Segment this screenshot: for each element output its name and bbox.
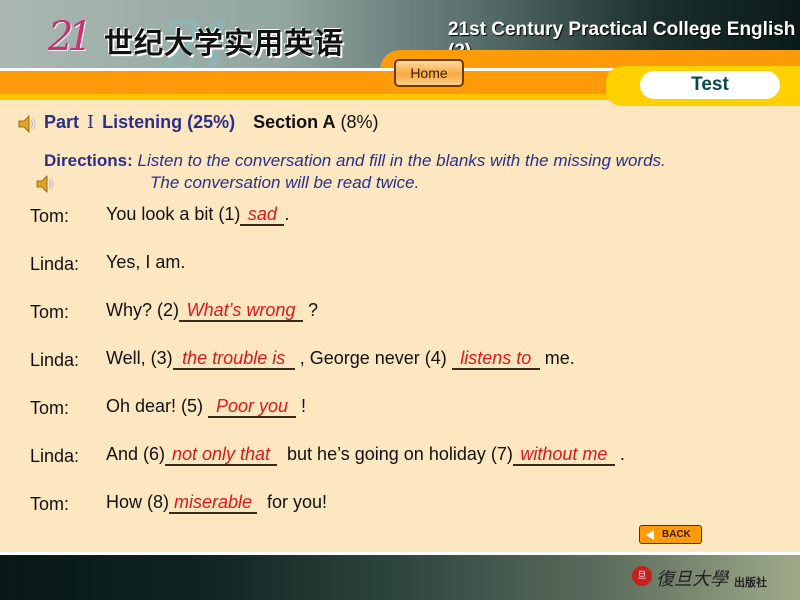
dialogue-text: ?	[303, 300, 319, 320]
home-button[interactable]: Home	[394, 59, 464, 87]
speaker-name: Tom:	[30, 302, 70, 322]
back-arrow-icon	[646, 530, 654, 540]
dialogue-text: !	[296, 396, 307, 416]
speaker-name: Tom:	[30, 398, 70, 418]
dialogue-line: How (8) miserable for you!	[106, 492, 327, 514]
part-label: Part	[44, 112, 80, 132]
dialogue-text: Why? (2)	[106, 300, 180, 320]
answer-blank[interactable]: miserable	[169, 492, 258, 514]
speaker-name: Tom:	[30, 206, 70, 226]
part-number: Ⅰ	[87, 112, 95, 133]
dialogue-text: Well, (3)	[106, 348, 173, 368]
speaker-icon[interactable]	[16, 113, 38, 135]
dialogue-text: , George never (4)	[294, 348, 452, 368]
dialogue-text: And (6)	[106, 444, 166, 464]
speaker-icon[interactable]	[34, 173, 56, 195]
answer-blank[interactable]: Poor you	[208, 396, 297, 418]
speaker-name: Tom:	[30, 494, 70, 514]
publisher-name: 復旦大學	[656, 569, 728, 590]
speaker-name: Linda:	[30, 446, 80, 466]
directions-text-line1: Listen to the conversation and fill in t…	[137, 151, 666, 170]
dialogue-text: for you!	[257, 492, 328, 512]
dialogue-line: Why? (2) What’s wrong ?	[106, 300, 318, 322]
dialogue-text: .	[614, 444, 625, 464]
speaker-name: Linda:	[30, 350, 80, 370]
publisher-suffix: 出版社	[734, 576, 767, 589]
dialogue-line: Oh dear! (5) Poor you !	[106, 396, 306, 418]
part-name: Listening (25%)	[102, 112, 236, 132]
logo-number: 21	[48, 14, 93, 60]
dialogue-text: You look a bit (1)	[106, 204, 241, 224]
dialogue-text: Oh dear! (5)	[106, 396, 209, 416]
section-tab-test: Test	[640, 71, 780, 99]
dialogue-line: You look a bit (1) sad.	[106, 204, 289, 226]
section-label: Section A	[253, 112, 336, 132]
dialogue-text: but he’s going on holiday (7)	[277, 444, 513, 464]
directions-label: Directions:	[44, 151, 133, 170]
dialogue-text: Yes, I am.	[106, 252, 186, 272]
dialogue-text: me.	[539, 348, 575, 368]
directions: Directions: Listen to the conversation a…	[44, 149, 666, 173]
section-percentage: (8%)	[340, 112, 379, 132]
dialogue-line: Yes, I am.	[106, 252, 185, 273]
speaker-name: Linda:	[30, 254, 80, 274]
answer-blank[interactable]: without me	[512, 444, 615, 466]
answer-blank[interactable]: the trouble is	[172, 348, 295, 370]
back-label: BACK	[662, 529, 691, 540]
dialogue-line: Well, (3) the trouble is , George never (…	[106, 348, 575, 370]
logo-title-chinese: 世纪大学实用英语	[104, 26, 345, 60]
answer-blank[interactable]: not only that	[165, 444, 278, 466]
back-button[interactable]: BACK	[639, 525, 702, 544]
dialogue-line: And (6) not only that but he’s going on h…	[106, 444, 625, 466]
dialogue-text: .	[284, 204, 290, 224]
part-heading: Part Ⅰ Listening (25%) Section A (8%)	[44, 112, 379, 133]
answer-blank[interactable]: sad	[240, 204, 285, 226]
directions-text-line2: The conversation will be read twice.	[150, 173, 420, 192]
publisher-seal-icon: 旦	[632, 566, 652, 586]
dialogue-text: How (8)	[106, 492, 170, 512]
answer-blank[interactable]: listens to	[451, 348, 540, 370]
answer-blank[interactable]: What’s wrong	[179, 300, 304, 322]
